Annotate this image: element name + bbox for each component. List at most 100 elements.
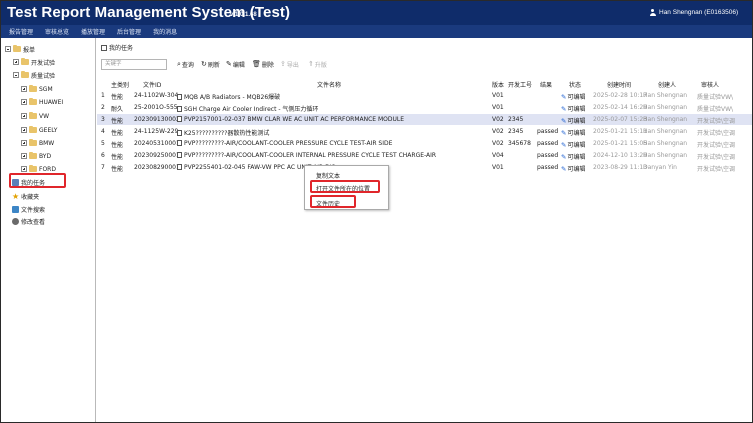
- creator-cell: Han Shengnan: [643, 139, 688, 147]
- refresh-button[interactable]: ↻ 刷新: [201, 60, 220, 70]
- tree-item-huawei[interactable]: HUAWEI: [21, 97, 63, 107]
- tree-item-report-list[interactable]: 报单: [5, 44, 35, 54]
- column-header[interactable]: 开发工号: [508, 80, 532, 89]
- menu-item-backend-management[interactable]: 后台管理: [117, 27, 141, 36]
- expand-icon[interactable]: [21, 127, 27, 133]
- column-header[interactable]: 结果: [540, 80, 552, 89]
- folder-icon: [13, 44, 21, 52]
- status-cell: ✎可编辑: [561, 140, 585, 149]
- column-header[interactable]: 文件名称: [317, 80, 341, 89]
- expand-icon[interactable]: [21, 99, 27, 105]
- tree-item-label: 报单: [23, 46, 36, 54]
- tab-label: 我的任务: [109, 45, 134, 52]
- expand-icon[interactable]: [21, 140, 27, 146]
- tree-item-byd[interactable]: BYD: [21, 151, 51, 161]
- expand-icon[interactable]: [21, 166, 27, 172]
- collapse-icon[interactable]: [5, 46, 11, 52]
- status-text: 可编辑: [567, 117, 586, 125]
- search-input[interactable]: 关键字: [101, 59, 167, 70]
- upgrade-button[interactable]: ⇑ 升版: [308, 60, 327, 70]
- column-header[interactable]: 创建人: [658, 80, 676, 89]
- folder-icon: [29, 138, 37, 146]
- delete-button[interactable]: 🗑 删除: [252, 60, 274, 70]
- tree-item-geely[interactable]: GEELY: [21, 125, 57, 135]
- export-icon: ⇪: [280, 60, 286, 68]
- result-cell: passed: [537, 127, 559, 135]
- document-icon: [177, 163, 182, 170]
- table-row[interactable]: 5 性能 202405310001 PVP?????????-AIR/COOLANT-…: [97, 138, 752, 149]
- table-row[interactable]: 3 性能 202309130002 PVP2157001-02-037 BMW CLA…: [97, 114, 752, 125]
- ver-cell: V02: [492, 127, 504, 135]
- file-name-cell: K25??????????器散热性能测试: [177, 128, 489, 137]
- table-row[interactable]: 6 性能 202309250001 PVP?????????-AIR/COOLANT-…: [97, 150, 752, 161]
- menu-item-review-overview[interactable]: 审核总览: [45, 27, 69, 36]
- context-copy-text[interactable]: 复制文本: [316, 171, 340, 180]
- tree-item-label: HUAWEI: [39, 98, 64, 106]
- tree-item-label: FORD: [39, 165, 56, 173]
- tree-item-vw[interactable]: VW: [21, 111, 49, 121]
- expand-icon[interactable]: [21, 113, 27, 119]
- status-text: 可编辑: [567, 165, 586, 173]
- tree-item-favorites[interactable]: ★ 收藏夹: [12, 191, 39, 201]
- document-icon: [177, 105, 182, 112]
- expand-icon[interactable]: [21, 153, 27, 159]
- menu-item-my-messages[interactable]: 我的消息: [153, 27, 177, 36]
- column-header[interactable]: 状态: [569, 80, 581, 89]
- created-cell: 2025-02-07 15:23: [593, 115, 648, 123]
- document-icon: [177, 151, 182, 158]
- tree-item-quality-test[interactable]: 质量试验: [13, 70, 55, 80]
- column-header[interactable]: 主类别: [111, 80, 129, 89]
- status-text: 可编辑: [567, 93, 586, 101]
- collapse-icon[interactable]: [13, 72, 19, 78]
- tree-item-label: 开发试验: [31, 59, 56, 67]
- folder-icon: [29, 97, 37, 105]
- creator-cell: Han Shengnan: [643, 127, 688, 135]
- folder-icon: [21, 70, 29, 78]
- history-icon: [12, 217, 19, 225]
- creator-cell: Han Shengnan: [643, 103, 688, 111]
- tree-item-bmw[interactable]: BMW: [21, 138, 54, 148]
- column-header[interactable]: 审核人: [701, 80, 719, 89]
- tree-item-change-view[interactable]: 修改查看: [12, 216, 45, 226]
- file-name-text: PVP?????????-AIR/COOLANT-COOLER INTERNAL…: [184, 151, 437, 159]
- tree-item-file-search[interactable]: 文件搜索: [12, 204, 45, 214]
- user-menu[interactable]: Han Shengnan (E0163506): [649, 9, 738, 16]
- table-row[interactable]: 2 耐久 25-2001O-555 SGH Charge Air Cooler Ind…: [97, 102, 752, 113]
- upgrade-icon: ⇑: [308, 60, 314, 68]
- file-name-cell: PVP?????????-AIR/COOLANT-COOLER PRESSURE…: [177, 139, 489, 147]
- expand-icon[interactable]: [13, 59, 19, 65]
- export-button[interactable]: ⇪ 导出: [280, 60, 299, 70]
- menu-item-playback-management[interactable]: 播放管理: [81, 27, 105, 36]
- edit-button[interactable]: ✎ 编辑: [226, 60, 245, 70]
- table-row[interactable]: 1 性能 24-1102W-304 MQB A/B Radiators - MQB26…: [97, 90, 752, 101]
- app-window: Test Report Management System (Test) v 1…: [0, 0, 753, 423]
- sidebar-tree: 报单 开发试验 质量试验 SGM HUAWEI VW GEELY BMW BYD…: [1, 38, 96, 422]
- file-name-cell: SGH Charge Air Cooler Indirect - 气侧压力循环: [177, 104, 489, 113]
- file-name-cell: PVP?????????-AIR/COOLANT-COOLER INTERNAL…: [177, 151, 489, 159]
- ver-cell: V01: [492, 163, 504, 171]
- pencil-icon: ✎: [561, 140, 567, 149]
- query-button[interactable]: ⌕ 查询: [177, 60, 194, 70]
- user-name: Han Shengnan (E0163506): [659, 9, 739, 16]
- ver-cell: V02: [492, 139, 504, 147]
- column-header[interactable]: 版本: [492, 80, 504, 89]
- status-cell: ✎可编辑: [561, 92, 585, 101]
- tree-item-development-test[interactable]: 开发试验: [13, 57, 55, 67]
- expand-icon[interactable]: [21, 86, 27, 92]
- ver-cell: V01: [492, 91, 504, 99]
- pencil-icon: ✎: [561, 152, 567, 161]
- tree-item-sgm[interactable]: SGM: [21, 84, 53, 94]
- column-header[interactable]: 文件ID: [143, 80, 161, 89]
- user-icon: [649, 9, 656, 16]
- context-menu: 复制文本 打开文件所在的位置 文件历史: [304, 165, 389, 210]
- menu-item-report-management[interactable]: 报告管理: [9, 27, 33, 36]
- no-cell: 5: [101, 139, 105, 147]
- ver-cell: V04: [492, 151, 504, 159]
- column-header[interactable]: 创建时间: [607, 80, 631, 89]
- tab-my-tasks[interactable]: 我的任务: [97, 42, 133, 53]
- status-cell: ✎可编辑: [561, 164, 585, 173]
- table-row[interactable]: 4 性能 24-1125W-229 K25??????????器散热性能测试 V02 23…: [97, 126, 752, 137]
- pencil-icon: ✎: [561, 164, 567, 173]
- creator-cell: Han Shengnan: [643, 115, 688, 123]
- table-row[interactable]: 7 性能 202308290001 PVP2255401-02-045 FAW-VW …: [97, 162, 752, 173]
